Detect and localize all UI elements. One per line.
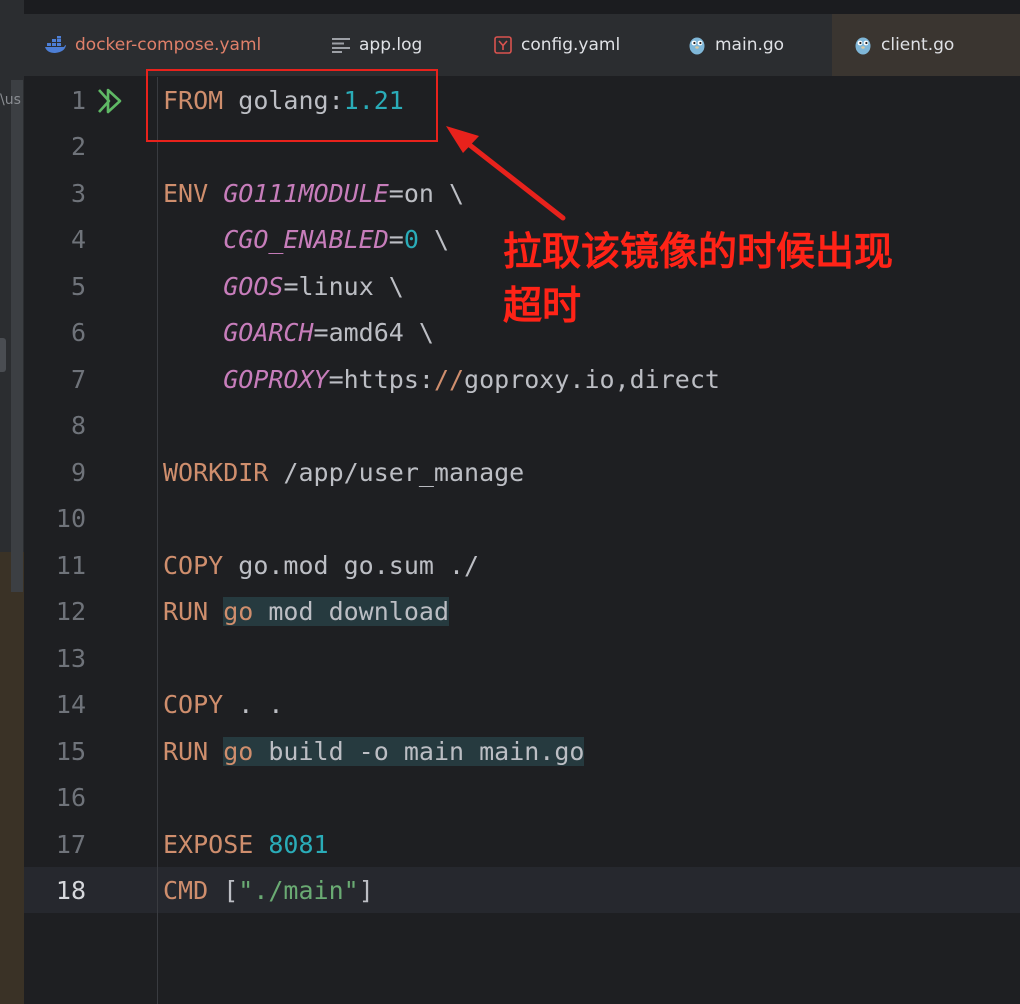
code-line[interactable]: 8 [24,403,1020,449]
annotation-text: 拉取该镜像的时候出现 超时 [503,230,894,329]
code-line[interactable]: 12 RUN go mod download [24,589,1020,635]
line-number: 9 [70,458,86,487]
line-number: 6 [70,318,86,347]
line-number: 10 [55,504,86,533]
editor-tab-bar: docker-compose.yaml app.log config.yaml … [24,14,1020,77]
line-number: 11 [55,551,86,580]
gopher-icon [855,37,871,55]
yaml-icon [494,36,512,54]
line-number: 3 [70,179,86,208]
code-line-current[interactable]: 18 CMD ["./main"] [24,868,1020,914]
line-number: 8 [70,411,86,440]
tab-config-yaml[interactable]: config.yaml [494,14,620,76]
tab-label: main.go [715,35,785,55]
line-number: 2 [70,132,86,161]
line-number: 7 [70,365,86,394]
tab-main-go[interactable]: main.go [688,14,784,76]
panel-scrollbar[interactable] [11,80,23,592]
code-text: CGO_ENABLED=0 \ [223,225,450,254]
tab-label: config.yaml [521,35,621,55]
line-number: 15 [55,737,86,766]
code-line[interactable]: 17 EXPOSE 8081 [24,822,1020,868]
tab-label: client.go [881,35,955,55]
line-number: 13 [55,644,86,673]
line-number: 16 [55,783,86,812]
code-text: RUN go build -o main main.go [163,737,585,766]
tab-label: docker-compose.yaml [75,35,262,55]
code-line[interactable]: 9 WORKDIR /app/user_manage [24,450,1020,496]
code-text: CMD ["./main"] [163,876,374,905]
code-text: GOARCH=amd64 \ [223,318,434,347]
code-line[interactable]: 7 GOPROXY=https://goproxy.io,direct [24,357,1020,403]
code-line[interactable]: 10 [24,496,1020,542]
line-number: 12 [55,597,86,626]
code-line[interactable]: 11 COPY go.mod go.sum ./ [24,543,1020,589]
docker-icon [45,36,66,53]
panel-path-fragment: \us [0,92,21,108]
tab-app-log[interactable]: app.log [332,14,422,76]
code-text: WORKDIR /app/user_manage [163,458,525,487]
run-gutter-icon[interactable] [96,87,124,115]
annotation-highlight-box [146,69,438,142]
code-text: COPY . . [163,690,284,719]
line-number: 18 [55,876,86,905]
inline-shell-highlight: go build -o main main.go [223,737,585,766]
code-text: EXPOSE 8081 [163,830,329,859]
tab-label: app.log [359,35,423,55]
code-line[interactable]: 15 RUN go build -o main main.go [24,729,1020,775]
project-panel-edge: \us [0,0,24,1004]
code-line[interactable]: 3 ENV GO111MODULE=on \ [24,171,1020,217]
code-line[interactable]: 13 [24,636,1020,682]
window-top-strip [0,0,1020,14]
code-text: GOPROXY=https://goproxy.io,direct [223,365,720,394]
inline-shell-highlight: go mod download [223,597,449,626]
line-number: 17 [55,830,86,859]
code-text: COPY go.mod go.sum ./ [163,551,480,580]
gopher-icon [689,37,705,55]
tab-docker-compose[interactable]: docker-compose.yaml [44,14,261,76]
panel-tab-stub[interactable] [0,338,6,372]
code-line[interactable]: 16 [24,775,1020,821]
tab-client-go[interactable]: client.go [832,14,1020,76]
line-number: 1 [70,86,86,115]
line-number: 5 [70,272,86,301]
code-text: ENV GO111MODULE=on \ [163,179,465,208]
line-number: 14 [55,690,86,719]
code-text: RUN go mod download [163,597,449,626]
code-text: GOOS=linux \ [223,272,404,301]
log-file-icon [332,38,350,53]
line-number: 4 [70,225,86,254]
code-line[interactable]: 14 COPY . . [24,682,1020,728]
